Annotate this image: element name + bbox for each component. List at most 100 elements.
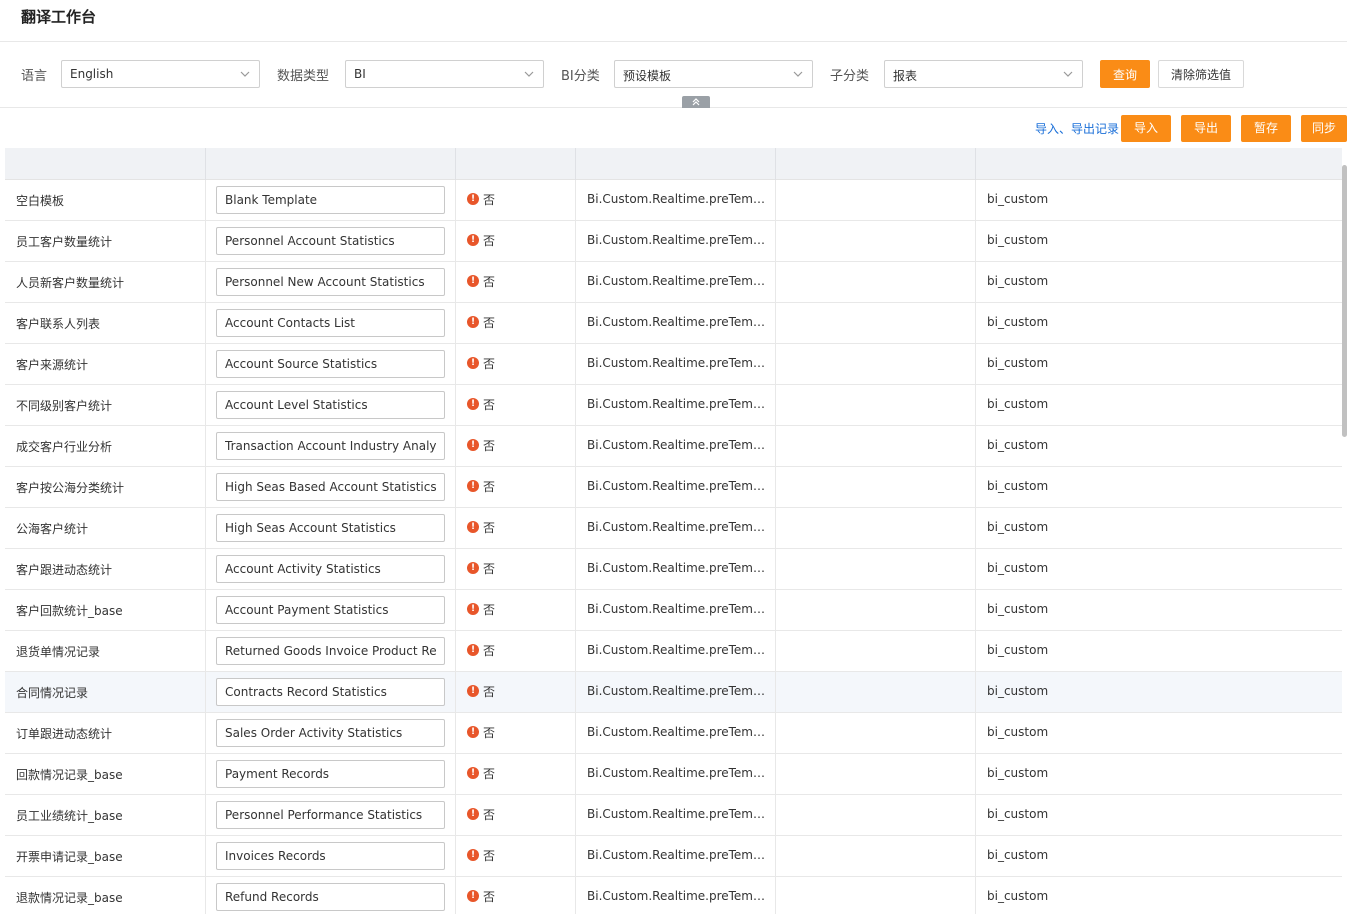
module-cell: bi_custom xyxy=(976,713,1342,753)
module-text: bi_custom xyxy=(987,889,1049,903)
table-row[interactable]: 不同级别客户统计!否Bi.Custom.Realtime.preTempla..… xyxy=(5,385,1342,426)
table-row[interactable]: 客户跟进动态统计!否Bi.Custom.Realtime.preTempla..… xyxy=(5,549,1342,590)
module-text: bi_custom xyxy=(987,766,1049,780)
translation-input[interactable] xyxy=(216,514,445,542)
module-text: bi_custom xyxy=(987,438,1049,452)
translation-input[interactable] xyxy=(216,678,445,706)
key-text: Bi.Custom.Realtime.preTempla... xyxy=(587,520,769,534)
status-cell: ! 否 xyxy=(456,303,576,343)
translation-input[interactable] xyxy=(216,186,445,214)
vertical-scrollbar[interactable] xyxy=(1342,165,1347,437)
table-row[interactable]: 退货单情况记录!否Bi.Custom.Realtime.preTempla...… xyxy=(5,631,1342,672)
save-draft-button[interactable]: 暂存 xyxy=(1241,115,1291,142)
table-row[interactable]: 员工客户数量统计!否Bi.Custom.Realtime.preTempla..… xyxy=(5,221,1342,262)
source-text: 员工业绩统计_base xyxy=(16,809,123,823)
exclamation-circle-icon: ! xyxy=(467,357,479,369)
column-header-status xyxy=(456,148,576,180)
key-cell: Bi.Custom.Realtime.preTempla... xyxy=(576,180,776,220)
exclamation-circle-icon: ! xyxy=(467,685,479,697)
table-row[interactable]: 公海客户统计!否Bi.Custom.Realtime.preTempla...b… xyxy=(5,508,1342,549)
translation-input[interactable] xyxy=(216,801,445,829)
bi-category-select[interactable]: 预设模板 xyxy=(614,60,813,88)
table-row[interactable]: 客户按公海分类统计!否Bi.Custom.Realtime.preTempla.… xyxy=(5,467,1342,508)
status-text: 否 xyxy=(483,644,496,658)
translation-input[interactable] xyxy=(216,391,445,419)
table-row[interactable]: 退款情况记录_base!否Bi.Custom.Realtime.preTempl… xyxy=(5,877,1342,914)
key-text: Bi.Custom.Realtime.preTempla... xyxy=(587,479,769,493)
module-text: bi_custom xyxy=(987,315,1049,329)
translation-cell xyxy=(206,549,456,589)
translation-input[interactable] xyxy=(216,309,445,337)
translation-input[interactable] xyxy=(216,637,445,665)
table-row[interactable]: 空白模板!否Bi.Custom.Realtime.preTempla...bi_… xyxy=(5,180,1342,221)
table-row[interactable]: 开票申请记录_base!否Bi.Custom.Realtime.preTempl… xyxy=(5,836,1342,877)
translation-input[interactable] xyxy=(216,268,445,296)
table-row[interactable]: 回款情况记录_base!否Bi.Custom.Realtime.preTempl… xyxy=(5,754,1342,795)
key-cell: Bi.Custom.Realtime.preTempla... xyxy=(576,836,776,876)
source-text: 员工客户数量统计 xyxy=(16,235,113,249)
status-cell: ! 否 xyxy=(456,713,576,753)
key-cell: Bi.Custom.Realtime.preTempla... xyxy=(576,467,776,507)
data-type-label: 数据类型 xyxy=(277,69,330,84)
collapse-filters-toggle[interactable] xyxy=(682,96,710,108)
exclamation-circle-icon: ! xyxy=(467,767,479,779)
key-cell: Bi.Custom.Realtime.preTempla... xyxy=(576,631,776,671)
translation-input[interactable] xyxy=(216,883,445,911)
exclamation-circle-icon: ! xyxy=(467,398,479,410)
note-cell xyxy=(776,385,976,425)
translation-input[interactable] xyxy=(216,350,445,378)
translation-input[interactable] xyxy=(216,842,445,870)
table-row[interactable]: 客户联系人列表 !否 Bi.Custom.Realtime.preTempla...… xyxy=(5,303,1342,344)
table-row[interactable]: 员工业绩统计_base!否Bi.Custom.Realtime.preTempl… xyxy=(5,795,1342,836)
sub-category-select[interactable]: 报表 xyxy=(884,60,1083,88)
page-header: 翻译工作台 xyxy=(0,0,1347,42)
clear-filters-button[interactable]: 清除筛选值 xyxy=(1158,60,1244,88)
source-cell: 客户回款统计_base xyxy=(5,590,206,630)
language-select[interactable]: English xyxy=(61,60,260,88)
source-text: 公海客户统计 xyxy=(16,522,89,536)
translation-input[interactable] xyxy=(216,760,445,788)
translation-input[interactable] xyxy=(216,719,445,747)
table-row[interactable]: 成交客户行业分析!否Bi.Custom.Realtime.preTempla..… xyxy=(5,426,1342,467)
data-type-select[interactable]: BI xyxy=(345,60,544,88)
note-cell xyxy=(776,754,976,794)
translation-input[interactable] xyxy=(216,555,445,583)
table-row[interactable]: 合同情况记录!否Bi.Custom.Realtime.preTempla...b… xyxy=(5,672,1342,713)
note-cell xyxy=(776,672,976,712)
sub-category-label: 子分类 xyxy=(830,69,870,84)
translation-input[interactable] xyxy=(216,473,445,501)
import-button[interactable]: 导入 xyxy=(1121,115,1171,142)
table-row[interactable]: 订单跟进动态统计!否Bi.Custom.Realtime.preTempla..… xyxy=(5,713,1342,754)
table-row[interactable]: 客户来源统计!否Bi.Custom.Realtime.preTempla...b… xyxy=(5,344,1342,385)
table-row[interactable]: 人员新客户数量统计!否Bi.Custom.Realtime.preTempla.… xyxy=(5,262,1342,303)
status-text: 否 xyxy=(483,234,496,248)
status-text: 否 xyxy=(483,439,496,453)
status-text: 否 xyxy=(483,193,496,207)
translation-cell xyxy=(206,631,456,671)
source-cell: 客户来源统计 xyxy=(5,344,206,384)
key-cell: Bi.Custom.Realtime.preTempla... xyxy=(576,549,776,589)
import-export-records-link[interactable]: 导入、导出记录 xyxy=(1035,120,1119,137)
translation-input[interactable] xyxy=(216,432,445,460)
exclamation-circle-icon: ! xyxy=(467,275,479,287)
chevron-down-icon xyxy=(524,71,534,77)
translation-input[interactable] xyxy=(216,596,445,624)
table-row[interactable]: 客户回款统计_base!否Bi.Custom.Realtime.preTempl… xyxy=(5,590,1342,631)
module-text: bi_custom xyxy=(987,356,1049,370)
table-body: 空白模板!否Bi.Custom.Realtime.preTempla...bi_… xyxy=(5,180,1342,914)
action-bar: 导入、导出记录 导入 导出 暂存 同步 xyxy=(5,108,1347,148)
chevron-down-icon xyxy=(1063,71,1073,77)
key-text: Bi.Custom.Realtime.preTempla... xyxy=(587,315,769,329)
query-button[interactable]: 查询 xyxy=(1100,60,1150,88)
export-button[interactable]: 导出 xyxy=(1181,115,1231,142)
column-header-key xyxy=(576,148,776,180)
sync-button[interactable]: 同步 xyxy=(1301,115,1347,142)
key-text: Bi.Custom.Realtime.preTempla... xyxy=(587,848,769,862)
language-label: 语言 xyxy=(21,69,48,84)
translation-input[interactable] xyxy=(216,227,445,255)
source-cell: 成交客户行业分析 xyxy=(5,426,206,466)
exclamation-circle-icon: ! xyxy=(467,521,479,533)
module-cell: bi_custom xyxy=(976,590,1342,630)
source-text: 订单跟进动态统计 xyxy=(16,727,113,741)
source-text: 客户联系人列表 xyxy=(16,317,101,331)
